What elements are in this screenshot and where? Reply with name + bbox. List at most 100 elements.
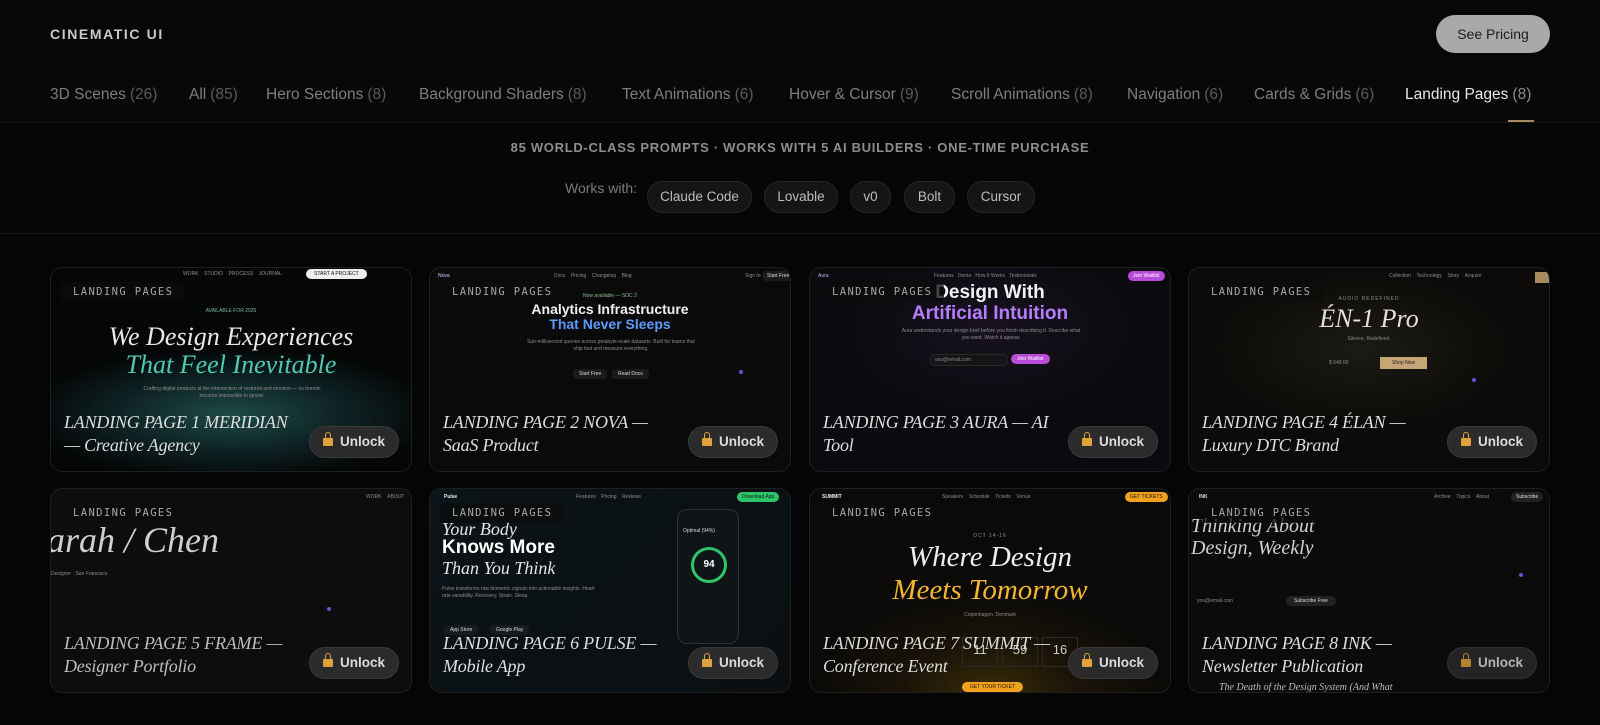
- tab-scroll-animations[interactable]: Scroll Animations (8): [951, 86, 1093, 104]
- builder-chip-v0[interactable]: v0: [850, 181, 891, 213]
- lock-icon: [1460, 432, 1471, 446]
- tab-count: (85): [210, 86, 238, 103]
- preview-cta: Join Waitlist: [1128, 271, 1165, 281]
- unlock-button[interactable]: Unlock: [1068, 647, 1158, 679]
- preview-input: you@email.com: [1197, 598, 1233, 604]
- preview-kicker: OCT 14-16: [973, 533, 1007, 539]
- preview-headline: Analytics Infrastructure: [531, 301, 689, 317]
- tab-hover-cursor[interactable]: Hover & Cursor (9): [789, 86, 919, 104]
- preview-logo: SUMMIT: [822, 494, 842, 500]
- preview-headline: arah / Chen: [50, 520, 220, 560]
- card-title: LANDING PAGE 2 NOVA — SaaS Product: [443, 412, 648, 455]
- brand-logo[interactable]: CINEMATIC UI: [50, 26, 164, 42]
- preview-score-ring: 94: [691, 547, 727, 583]
- preview-signin: Sign In: [745, 273, 761, 279]
- card-landing-page-7[interactable]: SUMMIT Speakers Schedule Tickets Venue G…: [809, 488, 1171, 693]
- unlock-label: Unlock: [718, 434, 764, 449]
- builder-chip-bolt[interactable]: Bolt: [904, 181, 955, 213]
- unlock-button[interactable]: Unlock: [1068, 426, 1158, 458]
- card-title: LANDING PAGE 5 FRAME — Designer Portfoli…: [64, 633, 283, 676]
- card-landing-page-6[interactable]: Pulse Features Pricing Reviews Download …: [429, 488, 791, 693]
- preview-logo: INK: [1199, 494, 1208, 500]
- card-category-badge: LANDING PAGES: [1199, 282, 1324, 302]
- unlock-button[interactable]: Unlock: [309, 647, 399, 679]
- preview-nav: Archive Topics About: [1434, 494, 1490, 500]
- tab-label: All: [189, 86, 207, 103]
- card-title: LANDING PAGE 1 MERIDIAN — Creative Agenc…: [64, 412, 288, 455]
- builder-chip-claude-code[interactable]: Claude Code: [647, 181, 752, 213]
- preview-subtitle: Silence, Redefined.: [1347, 336, 1391, 342]
- preview-button: GET YOUR TICKET: [962, 682, 1024, 692]
- tab-navigation[interactable]: Navigation (6): [1127, 86, 1223, 104]
- card-landing-page-2[interactable]: Nova Docs Pricing Changelog Blog Sign In…: [429, 267, 791, 472]
- card-category-badge: LANDING PAGES: [61, 282, 186, 302]
- preview-cursor-dot: [1472, 378, 1476, 382]
- preview-phone-label: Optimal (94%): [683, 528, 715, 534]
- preview-logo: Aura: [818, 273, 829, 279]
- preview-headline-accent: That Feel Inevitable: [125, 350, 337, 379]
- tab-label: Landing Pages: [1405, 86, 1509, 103]
- card-landing-page-4[interactable]: Collection Technology Story Acquire AUDI…: [1188, 267, 1550, 472]
- card-category-badge: LANDING PAGES: [820, 282, 945, 302]
- preview-cart-icon: [1535, 272, 1549, 283]
- preview-headline-2: Design, Weekly: [1191, 537, 1314, 559]
- tab-all[interactable]: All (85): [189, 86, 238, 104]
- preview-cursor-dot: [739, 370, 743, 374]
- tab-count: (26): [129, 86, 158, 103]
- info-banner: 85 WORLD-CLASS PROMPTS · WORKS WITH 5 AI…: [0, 124, 1600, 234]
- preview-input: you@email.com: [930, 354, 1008, 366]
- preview-body: Pulse transforms raw biometric signals i…: [442, 586, 595, 599]
- tab-hero-sections[interactable]: Hero Sections (8): [266, 86, 386, 104]
- unlock-label: Unlock: [718, 655, 764, 670]
- tab-cards-grids[interactable]: Cards & Grids (6): [1254, 86, 1374, 104]
- tab-count: (8): [1073, 86, 1093, 103]
- preview-headline-accent: Artificial Intuition: [911, 303, 1069, 324]
- preview-cursor-dot: [1519, 573, 1523, 577]
- unlock-button[interactable]: Unlock: [688, 426, 778, 458]
- preview-headline-3: Than You Think: [442, 558, 556, 578]
- top-header: CINEMATIC UI See Pricing: [0, 0, 1600, 68]
- unlock-label: Unlock: [1477, 655, 1523, 670]
- unlock-button[interactable]: Unlock: [309, 426, 399, 458]
- tab-label: Hero Sections: [266, 86, 364, 103]
- lock-icon: [322, 653, 333, 667]
- preview-headline: We Design Experiences: [108, 322, 354, 351]
- card-landing-page-8[interactable]: INK Archive Topics About Subscribe Think…: [1188, 488, 1550, 693]
- tab-label: Cards & Grids: [1254, 86, 1352, 103]
- preview-nav: Speakers Schedule Tickets Venue: [942, 494, 1031, 500]
- tab-3d-scenes[interactable]: 3D Scenes (26): [50, 86, 157, 104]
- tab-background-shaders[interactable]: Background Shaders (8): [419, 86, 587, 104]
- card-category-badge: LANDING PAGES: [820, 503, 945, 523]
- card-category-badge: LANDING PAGES: [440, 503, 565, 523]
- tab-count: (6): [734, 86, 754, 103]
- tab-landing-pages[interactable]: Landing Pages (8): [1405, 86, 1531, 104]
- builder-chip-lovable[interactable]: Lovable: [764, 181, 838, 213]
- preview-body: Aura understands your design brief befor…: [901, 328, 1081, 341]
- preview-article-title: The Death of the Design System (And What: [1219, 682, 1393, 693]
- lock-icon: [322, 432, 333, 446]
- card-landing-page-5[interactable]: WORK ABOUT arah / Chen Designer · San Fr…: [50, 488, 412, 693]
- preview-cta: Start Free: [763, 271, 790, 281]
- card-landing-page-3[interactable]: Aura Features Demo How It Works Testimon…: [809, 267, 1171, 472]
- builder-chip-cursor[interactable]: Cursor: [967, 181, 1035, 213]
- preview-phone-mockup: Optimal (94%) 94: [677, 509, 739, 644]
- lock-icon: [1081, 653, 1092, 667]
- see-pricing-button[interactable]: See Pricing: [1436, 15, 1550, 53]
- preview-location: Copenhagen, Denmark: [964, 612, 1016, 618]
- preview-cta: Subscribe: [1511, 492, 1544, 502]
- preview-nav: Collection Technology Story Acquire: [1389, 273, 1482, 279]
- card-title: LANDING PAGE 4 ÉLAN — Luxury DTC Brand: [1202, 412, 1406, 455]
- card-landing-page-1[interactable]: WORK STUDIO PROCESS JOURNAL START A PROJ…: [50, 267, 412, 472]
- tab-text-animations[interactable]: Text Animations (6): [622, 86, 754, 104]
- unlock-label: Unlock: [1098, 655, 1144, 670]
- preview-nav: Features Pricing Reviews: [576, 494, 642, 500]
- lock-icon: [701, 432, 712, 446]
- preview-headline-accent: That Never Sleeps: [549, 316, 671, 332]
- unlock-button[interactable]: Unlock: [688, 647, 778, 679]
- works-with-label: Works with:: [565, 180, 638, 196]
- card-category-badge: LANDING PAGES: [61, 503, 186, 523]
- unlock-button[interactable]: Unlock: [1447, 647, 1537, 679]
- card-title: LANDING PAGE 3 AURA — AI Tool: [823, 412, 1049, 455]
- tab-label: 3D Scenes: [50, 86, 126, 103]
- unlock-button[interactable]: Unlock: [1447, 426, 1537, 458]
